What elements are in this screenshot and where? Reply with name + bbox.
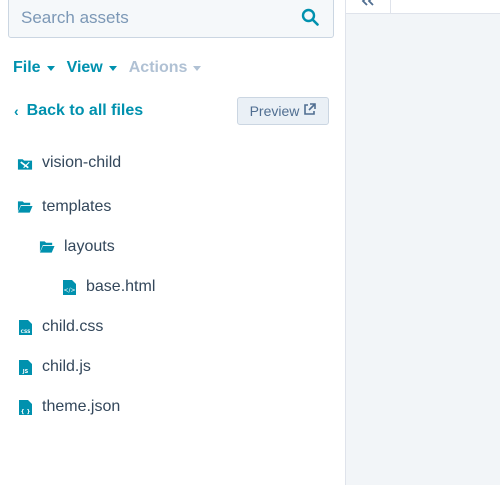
html-file-icon: </> <box>61 279 77 295</box>
back-to-all-files-link[interactable]: ‹ Back to all files <box>14 102 143 120</box>
search-placeholder: Search assets <box>21 8 129 27</box>
tree-item-theme-json[interactable]: { } theme.json <box>17 398 120 416</box>
tree-item-label: child.css <box>42 318 104 335</box>
json-file-icon: { } <box>17 399 33 415</box>
tree-item-child-js[interactable]: JS child.js <box>17 358 91 376</box>
svg-text:CSS: CSS <box>20 329 30 335</box>
view-menu[interactable]: View <box>67 59 117 77</box>
search-icon[interactable] <box>301 8 319 31</box>
tree-item-vision-child[interactable]: vision-child <box>17 154 121 172</box>
js-file-icon: JS <box>17 359 33 375</box>
theme-icon <box>17 155 33 171</box>
back-link-label: Back to all files <box>26 102 144 119</box>
collapse-sidebar-button[interactable] <box>346 0 391 14</box>
folder-open-icon <box>17 199 33 215</box>
preview-button[interactable]: Preview <box>237 97 329 125</box>
tree-item-label: child.js <box>42 358 91 375</box>
css-file-icon: CSS <box>17 319 33 335</box>
file-menu[interactable]: File <box>13 59 55 77</box>
menu-bar: File View Actions <box>13 58 202 78</box>
actions-menu[interactable]: Actions <box>129 59 202 77</box>
chevron-down-icon <box>193 66 202 71</box>
chevron-left-icon: ‹ <box>14 103 19 119</box>
editor-area <box>346 0 500 485</box>
tree-item-label: base.html <box>86 278 156 295</box>
chevron-down-icon <box>46 66 55 71</box>
tree-item-label: theme.json <box>42 398 121 415</box>
external-link-icon <box>303 103 317 119</box>
svg-text:JS: JS <box>21 369 28 375</box>
actions-menu-label: Actions <box>128 59 188 76</box>
preview-button-label: Preview <box>249 103 300 119</box>
view-menu-label: View <box>66 59 103 76</box>
editor-topbar <box>346 0 500 14</box>
double-chevron-left-icon <box>361 0 375 6</box>
tree-item-child-css[interactable]: CSS child.css <box>17 318 103 336</box>
tree-item-base-html[interactable]: </> base.html <box>61 278 155 296</box>
tree-item-label: layouts <box>64 238 115 255</box>
folder-open-icon <box>39 239 55 255</box>
tree-item-label: vision-child <box>42 154 122 171</box>
chevron-down-icon <box>108 66 117 71</box>
search-input[interactable]: Search assets <box>8 0 334 38</box>
tree-item-layouts[interactable]: layouts <box>39 238 115 256</box>
svg-text:{ }: { } <box>20 409 30 415</box>
file-browser-panel: Search assets File View Actions ‹ Back t… <box>0 0 346 485</box>
file-menu-label: File <box>13 59 41 76</box>
tree-item-label: templates <box>42 198 112 215</box>
tree-item-templates[interactable]: templates <box>17 198 111 216</box>
svg-text:</>: </> <box>63 287 75 294</box>
